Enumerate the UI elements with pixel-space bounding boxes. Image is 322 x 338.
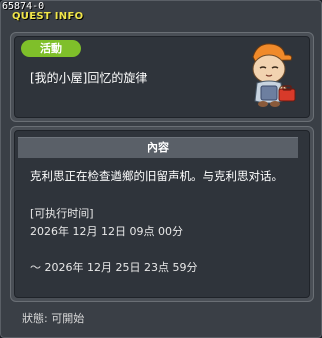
quest-info-window: 65874-0 QUEST INFO 活動 [我的小屋]回忆的旋律 內容 克利思… xyxy=(0,0,322,338)
content-header: 內容 xyxy=(18,137,298,158)
quest-name: [我的小屋]回忆的旋律 xyxy=(30,71,148,85)
npc-kid-with-cap-icon xyxy=(252,43,296,107)
time-label: [可执行时间] xyxy=(30,207,94,220)
category-badge: 活動 xyxy=(21,40,81,57)
window-title: QUEST INFO xyxy=(12,11,84,22)
quest-description: 克利思正在检查遒鄉的旧留声机。与克利思对话。 xyxy=(30,169,283,183)
time-end: ～ 2026年 12月 25日 23点 59分 xyxy=(30,261,198,274)
time-start: 2026年 12月 12日 09点 00分 xyxy=(30,225,183,238)
quest-status: 狀態: 可開始 xyxy=(22,312,85,325)
